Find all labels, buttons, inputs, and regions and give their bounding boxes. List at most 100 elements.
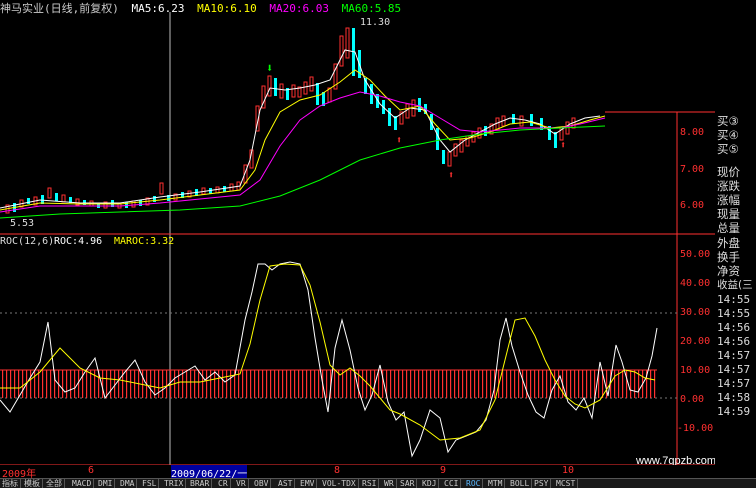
roc-histogram-bar [482, 370, 484, 398]
date-label: 8 [334, 465, 341, 476]
candle [436, 128, 439, 150]
roc-histogram-bar [130, 370, 132, 398]
roc-histogram-bar [158, 370, 160, 398]
candle [554, 132, 557, 148]
candle [309, 76, 314, 92]
roc-histogram-bar [366, 370, 368, 398]
roc-histogram-bar [94, 370, 96, 398]
tick-time: 14:56 [717, 321, 751, 334]
quote-side-panel: 买③ 买④ 买⑤ 现价 涨跌 涨幅 现量 总量 外盘 换手 净资 收益(三 14… [715, 112, 756, 442]
roc-histogram-bar [62, 370, 64, 398]
roc-histogram-bar [626, 370, 628, 398]
roc-histogram-bar [518, 370, 520, 398]
roc-histogram-bar [290, 370, 292, 398]
roc-histogram-bar [586, 370, 588, 398]
roc-tick: 50.00 [680, 249, 710, 260]
roc-histogram-bar [430, 370, 432, 398]
candlestick-series [5, 27, 576, 214]
roc-histogram-bar [582, 370, 584, 398]
roc-histogram-bar [438, 370, 440, 398]
roc-histogram-bar [34, 370, 36, 398]
date-label: 6 [88, 465, 95, 476]
candle [303, 81, 308, 95]
date-label: 9 [440, 465, 447, 476]
price-tick: 8.00 [680, 127, 704, 138]
roc-histogram-bar [70, 370, 72, 398]
stat-label: 现量 [717, 207, 740, 221]
roc-histogram-bar [2, 370, 4, 398]
roc-histogram-bar [106, 370, 108, 398]
roc-histogram-bar [510, 370, 512, 398]
roc-histogram-bar [74, 370, 76, 398]
roc-histogram-bar [10, 370, 12, 398]
roc-histogram-bar [210, 370, 212, 398]
roc-histogram-bar [378, 370, 380, 398]
roc-histogram-bar [286, 370, 288, 398]
roc-histogram-bar [270, 370, 272, 398]
roc-tick: 10.00 [680, 365, 710, 376]
candle [447, 151, 452, 167]
buy4-label: 买④ [717, 128, 739, 142]
roc-histogram-bar [530, 370, 532, 398]
roc-histogram-bar [526, 370, 528, 398]
roc-histogram-bar [418, 370, 420, 398]
roc-histogram-bar [442, 370, 444, 398]
roc-histogram-bar [306, 370, 308, 398]
tick-time: 14:59 [717, 405, 751, 418]
ma10-line [0, 69, 606, 211]
roc-histogram-bar [454, 370, 456, 398]
roc-panel [0, 261, 677, 458]
roc-histogram-bar [546, 370, 548, 398]
maroc-value-label: MAROC:3.32 [114, 236, 174, 247]
roc-histogram-bar [78, 370, 80, 398]
low-price-label: 5.53 [10, 218, 34, 229]
roc-histogram-bar [6, 370, 8, 398]
roc-histogram-bar [114, 370, 116, 398]
roc-histogram-bar [362, 370, 364, 398]
roc-histogram-bar [542, 370, 544, 398]
roc-histogram-bar [506, 370, 508, 398]
roc-histogram-bar [274, 370, 276, 398]
sell-arrow-icon: ⬇ [266, 61, 273, 75]
roc-histogram-bar [534, 370, 536, 398]
tick-time: 14:58 [717, 391, 751, 404]
chart-canvas[interactable]: 8.00 7.00 6.00 11.30 5.53 ⬇ ⬆ ⬆ ⬆ 50.00 … [0, 0, 715, 465]
roc-histogram-bar [190, 370, 192, 398]
roc-histogram-bar [222, 370, 224, 398]
buy5-label: 买⑤ [717, 142, 739, 156]
roc-histogram-bar [390, 370, 392, 398]
roc-histogram-bar [254, 370, 256, 398]
stat-label: 外盘 [717, 236, 740, 250]
roc-histogram-bar [570, 370, 572, 398]
roc-histogram-bar [474, 370, 476, 398]
tick-time: 14:56 [717, 335, 751, 348]
roc-histogram-bar [490, 370, 492, 398]
buy3-label: 买③ [717, 114, 739, 128]
roc-histogram-bar [458, 370, 460, 398]
stat-label: 净资 [717, 264, 740, 278]
maroc-line [0, 263, 656, 441]
candle [316, 83, 319, 105]
roc-histogram-bar [38, 370, 40, 398]
roc-histogram-bar [42, 370, 44, 398]
roc-histogram-bar [214, 370, 216, 398]
candle [453, 143, 458, 157]
roc-histogram-bar [514, 370, 516, 398]
roc-histogram-bar [450, 370, 452, 398]
ma20-line [0, 91, 606, 213]
roc-histogram-bar [90, 370, 92, 398]
roc-histogram-bar [50, 370, 52, 398]
roc-histogram-bar [350, 370, 352, 398]
candle [27, 198, 30, 204]
roc-tick: 30.00 [680, 307, 710, 318]
roc-histogram-bar [230, 370, 232, 398]
candle [465, 135, 470, 147]
buy-arrow-icon: ⬆ [448, 170, 454, 181]
stat-label: 现价 [717, 165, 740, 179]
high-price-label: 11.30 [360, 17, 390, 28]
roc-histogram-bar [82, 370, 84, 398]
candle [388, 108, 391, 126]
roc-histogram-bar [630, 370, 632, 398]
roc-histogram-bar [314, 370, 316, 398]
roc-histogram-bar [278, 370, 280, 398]
